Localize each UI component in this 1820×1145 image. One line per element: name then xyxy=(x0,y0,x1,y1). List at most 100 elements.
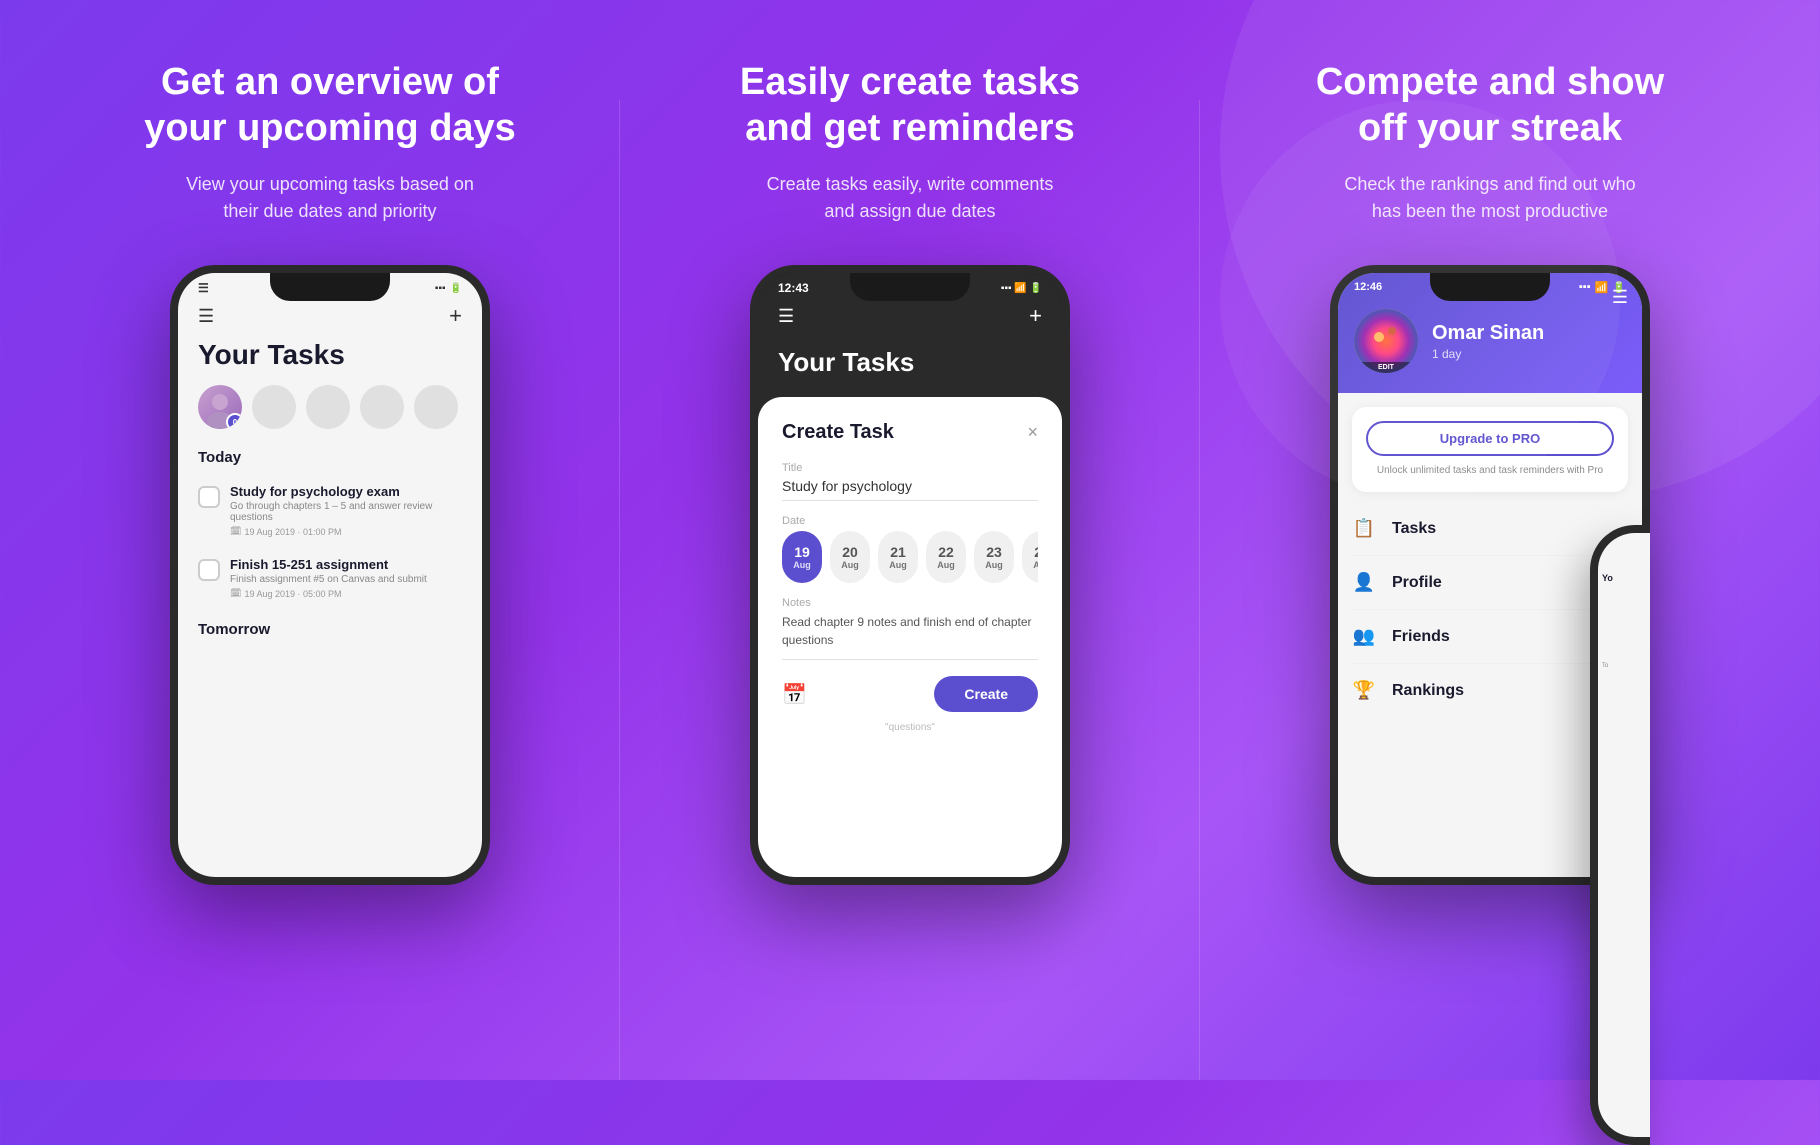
wifi-icon-3: 📶 xyxy=(1595,281,1609,294)
signal-icon: ▪▪▪ xyxy=(1579,281,1591,294)
phone-mockup-2: 12:43 ▪▪▪ 📶 🔋 ☰ + Your Tasks Create Task… xyxy=(750,265,1070,885)
feature-title-2: Easily create tasksand get reminders xyxy=(740,60,1080,151)
date-picker-row: 19 Aug 20 Aug 21 Aug 22 xyxy=(782,531,1038,583)
calendar-icon-t2: 🗓 xyxy=(230,588,241,599)
rankings-menu-label: Rankings xyxy=(1392,682,1464,700)
modal-header: Create Task × xyxy=(782,421,1038,444)
avatar-row-1: 0 xyxy=(178,385,482,449)
modal-title: Create Task xyxy=(782,421,894,444)
modal-footer: 📅 Create xyxy=(782,676,1038,712)
date-chip-23[interactable]: 23 Aug xyxy=(974,531,1014,583)
avatar-3 xyxy=(306,385,350,429)
profile-menu-label: Profile xyxy=(1392,574,1442,592)
status-icons-2: ▪▪▪ 📶 🔋 xyxy=(1001,283,1042,294)
page-container: Get an overview ofyour upcoming days Vie… xyxy=(0,0,1820,1080)
phone1-header: ☰ + xyxy=(178,299,482,339)
add-icon-2[interactable]: + xyxy=(1029,303,1042,329)
phone-notch-2 xyxy=(850,273,970,301)
date-chip-20[interactable]: 20 Aug xyxy=(830,531,870,583)
upgrade-section: Upgrade to PRO Unlock unlimited tasks an… xyxy=(1352,407,1628,492)
feature-subtitle-3: Check the rankings and find out whohas b… xyxy=(1344,171,1635,225)
feature-title-3: Compete and showoff your streak xyxy=(1316,60,1664,151)
tasks-menu-label: Tasks xyxy=(1392,520,1436,538)
task-item-2[interactable]: Finish 15-251 assignment Finish assignme… xyxy=(178,549,482,607)
menu-item-friends[interactable]: 👥 Friends xyxy=(1352,610,1628,664)
task-content-1: Study for psychology exam Go through cha… xyxy=(230,484,462,537)
date-chip-19[interactable]: 19 Aug xyxy=(782,531,822,583)
phone-mockup-1: ☰ ▪▪▪ 🔋 ☰ + Your Tasks xyxy=(170,265,490,885)
phone-screen-1: ☰ ▪▪▪ 🔋 ☰ + Your Tasks xyxy=(178,273,482,877)
hamburger-icon-1[interactable]: ☰ xyxy=(198,306,214,327)
feature-column-1: Get an overview ofyour upcoming days Vie… xyxy=(40,60,620,1080)
tasks-title-1: Your Tasks xyxy=(178,339,482,385)
hamburger-icon-3[interactable]: ☰ xyxy=(1612,287,1628,308)
menu-item-rankings[interactable]: 🏆 Rankings xyxy=(1352,664,1628,717)
upgrade-description: Unlock unlimited tasks and task reminder… xyxy=(1366,464,1614,478)
date-chip-22[interactable]: 22 Aug xyxy=(926,531,966,583)
menu-item-profile[interactable]: 👤 Profile xyxy=(1352,556,1628,610)
tasks-icon: 📋 xyxy=(1352,518,1376,539)
phone-screen-2: 12:43 ▪▪▪ 📶 🔋 ☰ + Your Tasks Create Task… xyxy=(758,273,1062,877)
profile-avatar[interactable]: EDIT xyxy=(1354,309,1418,373)
phone-partial-right: Yo To xyxy=(1590,525,1650,1145)
friends-icon: 👥 xyxy=(1352,626,1376,647)
date-field-label: Date xyxy=(782,515,1038,527)
wifi-icon-2: ▪▪▪ 📶 🔋 xyxy=(1001,283,1042,294)
avatar-5 xyxy=(414,385,458,429)
task-name-2: Finish 15-251 assignment xyxy=(230,557,462,572)
section-today-label: Today xyxy=(178,449,482,476)
phone-notch-1 xyxy=(270,273,390,301)
avatar-2 xyxy=(252,385,296,429)
battery-icon-1: 🔋 xyxy=(450,283,462,294)
date-chip-21[interactable]: 21 Aug xyxy=(878,531,918,583)
task-title-input[interactable]: Study for psychology xyxy=(782,478,1038,501)
notes-input[interactable]: Read chapter 9 notes and finish end of c… xyxy=(782,613,1038,660)
rankings-icon: 🏆 xyxy=(1352,680,1376,701)
time-2: 12:43 xyxy=(778,281,809,295)
feature-subtitle-2: Create tasks easily, write commentsand a… xyxy=(767,171,1054,225)
task-checkbox-2[interactable] xyxy=(198,559,220,581)
user-avatar-1[interactable]: 0 xyxy=(198,385,242,429)
phone-notch-3 xyxy=(1430,273,1550,301)
feature-title-1: Get an overview ofyour upcoming days xyxy=(144,60,516,151)
profile-name: Omar Sinan xyxy=(1432,322,1626,345)
task-date-2: 🗓 19 Aug 2019 · 05:00 PM xyxy=(230,588,462,599)
friends-menu-label: Friends xyxy=(1392,628,1450,646)
task-date-1: 🗓 19 Aug 2019 · 01:00 PM xyxy=(230,526,462,537)
avatar-4 xyxy=(360,385,404,429)
phone-partial-screen: Yo To xyxy=(1598,533,1650,1137)
date-chip-24[interactable]: 24 Aug xyxy=(1022,531,1038,583)
menu-item-tasks[interactable]: 📋 Tasks xyxy=(1352,502,1628,556)
edit-label[interactable]: EDIT xyxy=(1354,362,1418,373)
task-content-2: Finish 15-251 assignment Finish assignme… xyxy=(230,557,462,599)
task-desc-2: Finish assignment #5 on Canvas and submi… xyxy=(230,574,462,585)
phone2-header: ☰ + xyxy=(758,299,1062,339)
time-1: ☰ xyxy=(198,281,209,295)
feature-column-3: Compete and showoff your streak Check th… xyxy=(1200,60,1780,1080)
status-icons-3: ▪▪▪ 📶 🔋 xyxy=(1579,281,1626,294)
tasks-title-2: Your Tasks xyxy=(758,339,1062,392)
create-task-modal: Create Task × Title Study for psychology… xyxy=(758,397,1062,877)
feature-subtitle-1: View your upcoming tasks based ontheir d… xyxy=(186,171,474,225)
title-field-label: Title xyxy=(782,462,1038,474)
wifi-icon-1: ▪▪▪ xyxy=(435,283,446,294)
notes-field-label: Notes xyxy=(782,597,1038,609)
add-icon-1[interactable]: + xyxy=(449,303,462,329)
modal-bottom-text: "questions" xyxy=(782,722,1038,733)
upgrade-pro-button[interactable]: Upgrade to PRO xyxy=(1366,421,1614,456)
hamburger-icon-2[interactable]: ☰ xyxy=(778,306,794,327)
calendar-icon-t1: 🗓 xyxy=(230,526,241,537)
task-item-1[interactable]: Study for psychology exam Go through cha… xyxy=(178,476,482,545)
feature-column-2: Easily create tasksand get reminders Cre… xyxy=(620,60,1200,1080)
profile-streak: 1 day xyxy=(1432,347,1626,361)
status-icons-1: ▪▪▪ 🔋 xyxy=(435,283,462,294)
tomorrow-label-1: Tomorrow xyxy=(178,611,482,644)
profile-icon: 👤 xyxy=(1352,572,1376,593)
profile-info: Omar Sinan 1 day xyxy=(1432,322,1626,361)
create-task-button[interactable]: Create xyxy=(934,676,1038,712)
task-desc-1: Go through chapters 1 – 5 and answer rev… xyxy=(230,501,462,523)
avatar-badge-1: 0 xyxy=(226,413,242,429)
calendar-icon-modal[interactable]: 📅 xyxy=(782,682,807,707)
modal-close-button[interactable]: × xyxy=(1027,422,1038,443)
task-checkbox-1[interactable] xyxy=(198,486,220,508)
